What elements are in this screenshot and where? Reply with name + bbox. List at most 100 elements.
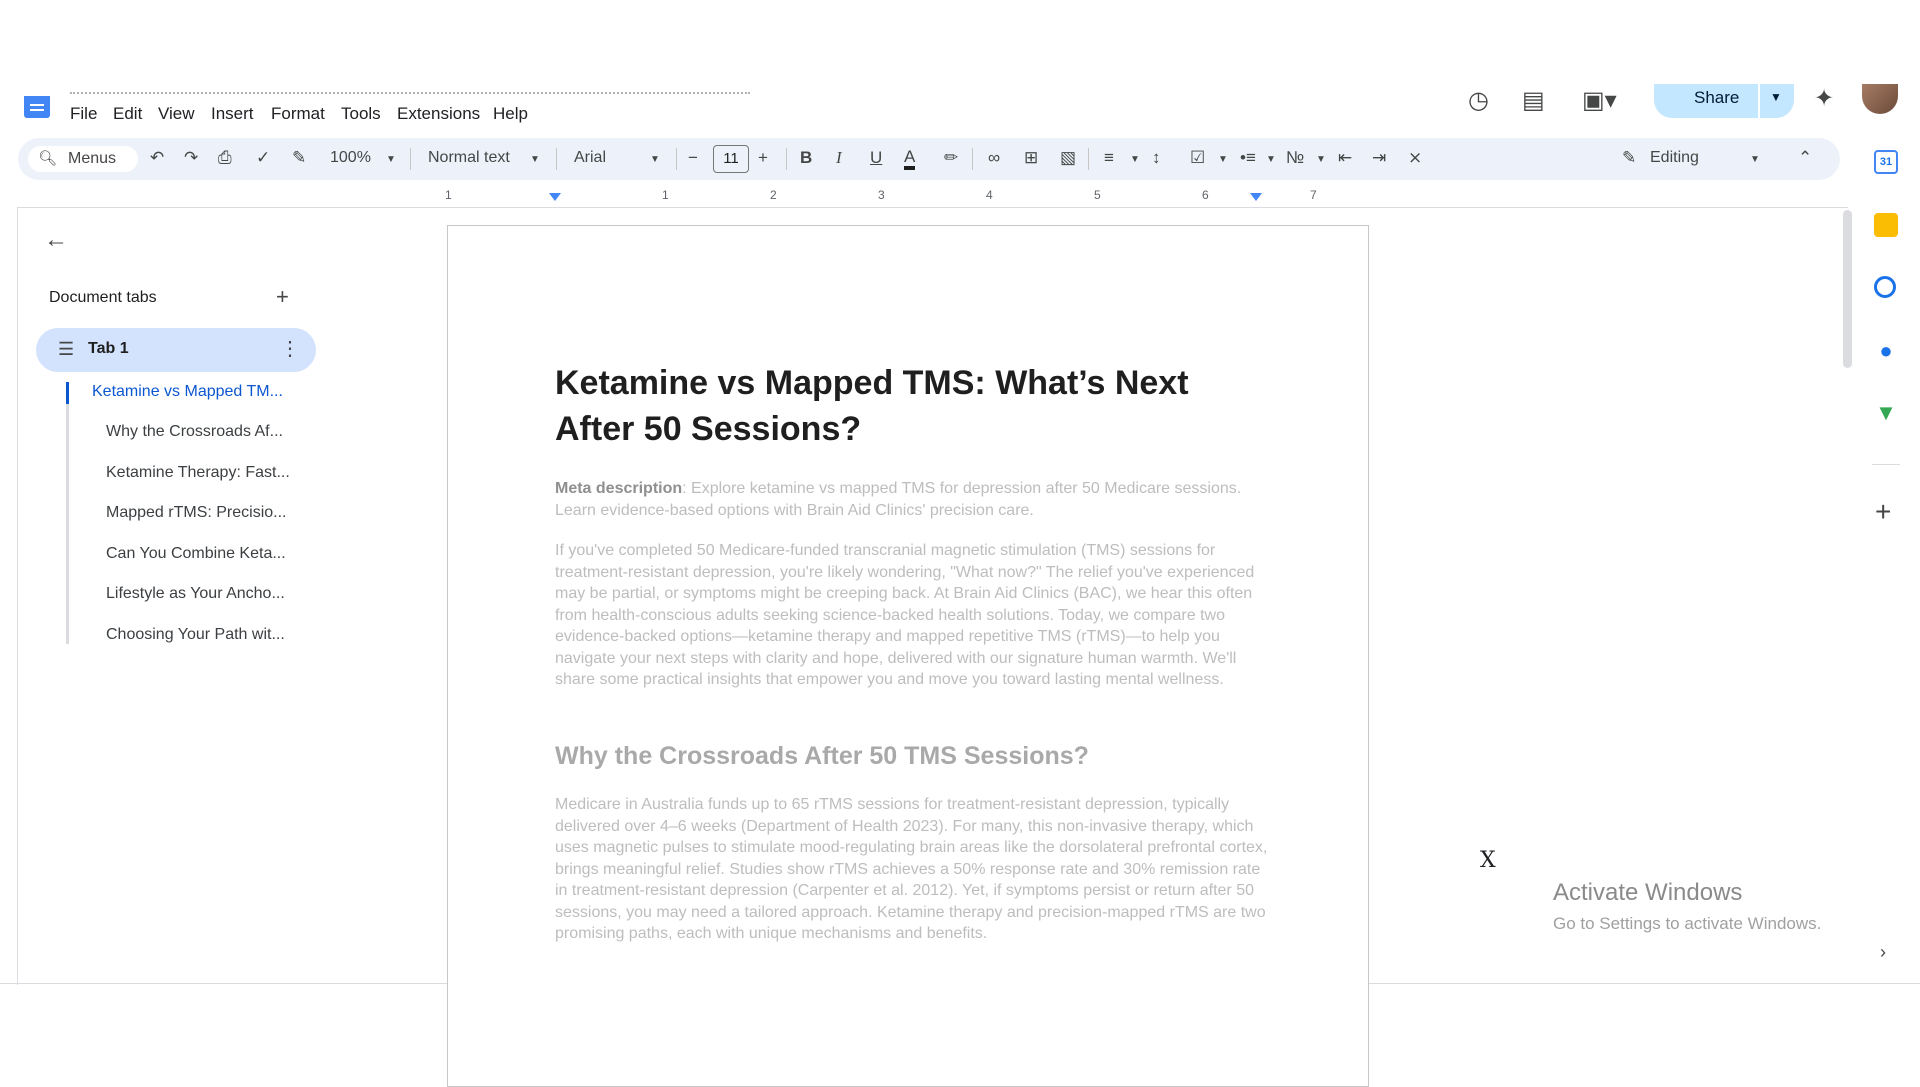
link-icon[interactable]: ∞ (988, 148, 1000, 168)
back-arrow-icon[interactable]: ← (44, 226, 68, 254)
comment-icon[interactable]: ▤ (1522, 86, 1545, 115)
history-icon[interactable]: ◷ (1468, 86, 1489, 115)
clear-formatting-icon[interactable]: ⨯ (1408, 148, 1422, 168)
document-title[interactable]: Ketamine vs Mapped TMS: What’s Next Afte… (555, 360, 1255, 452)
outline-item[interactable]: Why the Crossroads Af... (106, 423, 283, 441)
align-icon[interactable]: ≡ (1104, 148, 1114, 168)
editing-chevron-down-icon: ▼ (1750, 154, 1760, 165)
spellcheck-icon[interactable]: ✓ (256, 148, 270, 168)
outline-item[interactable]: Choosing Your Path wit... (106, 626, 285, 644)
print-icon[interactable]: ⎙ (218, 148, 232, 168)
text-color-icon[interactable]: A (904, 148, 916, 170)
search-icon: 🔍︎ (38, 150, 58, 167)
share-label: Share (1694, 88, 1740, 107)
menus-search[interactable]: 🔍︎ Menus (28, 146, 138, 172)
activate-windows-subtitle: Go to Settings to activate Windows. (1553, 914, 1822, 933)
meet-icon[interactable]: ▣▾ (1582, 86, 1617, 115)
underline-icon[interactable]: U (870, 148, 882, 168)
outline-item[interactable]: Mapped rTMS: Precisio... (106, 504, 287, 522)
avatar[interactable] (1862, 84, 1898, 114)
checklist-icon[interactable]: ☑ (1190, 148, 1205, 168)
outline-item[interactable]: Ketamine Therapy: Fast... (106, 464, 290, 482)
outline-track (66, 382, 69, 644)
increase-font-size-icon[interactable]: + (758, 148, 768, 168)
style-chevron-down-icon[interactable]: ▼ (530, 154, 540, 165)
meta-label: Meta description (555, 480, 683, 497)
contacts-icon[interactable]: ● (1874, 338, 1898, 363)
divider (676, 148, 677, 170)
divider (556, 148, 557, 170)
font-chevron-down-icon[interactable]: ▼ (650, 154, 660, 165)
share-button[interactable]: Share ▼ (1654, 84, 1794, 118)
divider (972, 148, 973, 170)
add-tab-icon[interactable]: + (276, 284, 289, 310)
ruler[interactable]: 1 1 2 3 4 5 6 7 (440, 188, 1370, 208)
meta-description-paragraph[interactable]: Meta description: Explore ketamine vs ma… (555, 478, 1275, 521)
maps-icon[interactable]: ▼ (1874, 400, 1898, 425)
ruler-label: 3 (878, 188, 885, 202)
frame-left-border (17, 207, 18, 985)
line-spacing-icon[interactable]: ↕ (1152, 148, 1161, 168)
font-size-input[interactable]: 11 (713, 145, 749, 173)
section-heading[interactable]: Why the Crossroads After 50 TMS Sessions… (555, 742, 1255, 771)
side-panel-divider (1872, 464, 1900, 465)
align-chevron-down-icon[interactable]: ▼ (1130, 154, 1140, 165)
increase-indent-icon[interactable]: ⇥ (1372, 148, 1386, 168)
title-line-1: Ketamine vs Mapped TMS: What’s Next (555, 364, 1189, 402)
share-dropdown-icon[interactable]: ▼ (1770, 90, 1782, 104)
bulleted-list-icon[interactable]: •≡ (1240, 148, 1256, 168)
menu-insert[interactable]: Insert (211, 104, 254, 124)
menus-search-label: Menus (68, 150, 117, 167)
collapse-menus-icon[interactable]: ⌃ (1798, 148, 1812, 168)
more-vert-icon[interactable]: ⋮ (280, 336, 300, 361)
ruler-label: 6 (1202, 188, 1209, 202)
undo-icon[interactable]: ↶ (150, 148, 164, 168)
checklist-chevron-down-icon[interactable]: ▼ (1218, 154, 1228, 165)
highlight-icon[interactable]: ✏ (944, 148, 958, 168)
chevron-right-icon[interactable]: › (1880, 942, 1886, 963)
insert-image-icon[interactable]: ▧ (1060, 148, 1076, 168)
ruler-label: 4 (986, 188, 993, 202)
zoom-chevron-down-icon[interactable]: ▼ (386, 154, 396, 165)
menu-view[interactable]: View (158, 104, 195, 124)
font-select[interactable]: Arial (574, 149, 606, 167)
style-select[interactable]: Normal text (428, 149, 510, 167)
menu-extensions[interactable]: Extensions (397, 104, 480, 124)
bullet-chevron-down-icon[interactable]: ▼ (1266, 154, 1276, 165)
docs-logo-icon[interactable] (24, 96, 50, 118)
add-icon[interactable]: + (1875, 496, 1891, 528)
decrease-indent-icon[interactable]: ⇤ (1338, 148, 1352, 168)
menu-tools[interactable]: Tools (341, 104, 381, 124)
numbered-chevron-down-icon[interactable]: ▼ (1316, 154, 1326, 165)
calendar-icon[interactable]: 31 (1874, 150, 1898, 174)
tab-1[interactable]: ☰ Tab 1 ⋮ (36, 328, 316, 372)
decrease-font-size-icon[interactable]: − (688, 148, 698, 168)
section-paragraph[interactable]: Medicare in Australia funds up to 65 rTM… (555, 794, 1275, 945)
document-title-cropped[interactable] (70, 84, 750, 98)
outline-item[interactable]: Lifestyle as Your Ancho... (106, 585, 285, 603)
redo-icon[interactable]: ↷ (184, 148, 198, 168)
menu-file[interactable]: File (70, 104, 97, 124)
scrollbar-thumb[interactable] (1843, 210, 1852, 368)
ruler-label: 1 (662, 188, 669, 202)
outline-item[interactable]: Can You Combine Keta... (106, 545, 286, 563)
close-icon[interactable]: X (1480, 848, 1496, 873)
left-indent-marker[interactable] (549, 193, 561, 201)
keep-icon[interactable] (1874, 213, 1898, 237)
numbered-list-icon[interactable]: № (1286, 148, 1304, 168)
tasks-icon[interactable] (1874, 276, 1896, 298)
divider (786, 148, 787, 170)
gemini-icon[interactable]: ✦ (1814, 84, 1834, 113)
outline-item[interactable]: Ketamine vs Mapped TM... (92, 383, 283, 401)
menu-help[interactable]: Help (493, 104, 528, 124)
intro-paragraph[interactable]: If you've completed 50 Medicare-funded t… (555, 540, 1275, 691)
italic-icon[interactable]: I (836, 148, 842, 168)
bold-icon[interactable]: B (800, 148, 812, 168)
paint-format-icon[interactable]: ✎ (292, 148, 306, 168)
add-comment-icon[interactable]: ⊞ (1024, 148, 1038, 168)
menu-edit[interactable]: Edit (113, 104, 142, 124)
activate-windows-title: Activate Windows (1553, 879, 1743, 906)
right-indent-marker[interactable] (1250, 193, 1262, 201)
zoom-select[interactable]: 100% (330, 149, 371, 167)
menu-format[interactable]: Format (271, 104, 325, 124)
